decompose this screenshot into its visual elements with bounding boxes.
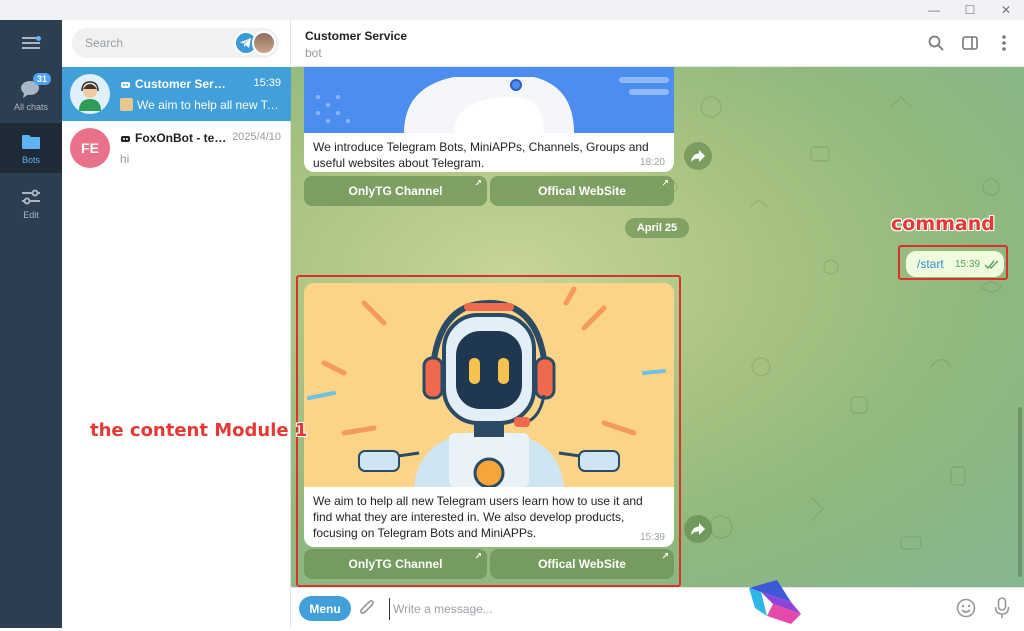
annotation-content-module: the content Module 1: [90, 420, 308, 441]
avatar: FE: [70, 128, 110, 168]
button-label: OnlyTG Channel: [348, 557, 443, 571]
onlytg-channel-button[interactable]: OnlyTG Channel ↗: [304, 176, 487, 206]
window-titlebar: — ☐ ✕: [0, 0, 1024, 20]
message-time: 18:20: [639, 157, 665, 168]
date-divider: April 25: [625, 218, 689, 238]
minimize-button[interactable]: —: [916, 0, 952, 20]
chat-preview: hi: [120, 152, 130, 166]
main-menu-button[interactable]: [0, 20, 62, 68]
button-label: Offical WebSite: [538, 557, 626, 571]
media-thumbnail: [120, 98, 133, 111]
message-input[interactable]: [389, 598, 809, 620]
external-link-icon: ↗: [474, 551, 482, 561]
unread-dot: [36, 36, 41, 41]
chat-time: 15:39: [253, 77, 281, 89]
message-time: 15:39: [639, 532, 665, 543]
message-time: 15:39: [955, 259, 981, 270]
external-link-icon: ↗: [661, 551, 669, 561]
chat-name: Customer Service: [135, 77, 230, 91]
sidebar-toggle-icon[interactable]: [960, 33, 980, 53]
search-input[interactable]: Search: [72, 28, 279, 58]
forward-button[interactable]: [684, 142, 712, 170]
avatar: [70, 74, 110, 114]
forward-icon: [691, 150, 705, 162]
robot-banner-image: [304, 67, 674, 133]
external-link-icon: ↗: [661, 178, 669, 188]
message-text: We introduce Telegram Bots, MiniAPPs, Ch…: [313, 140, 649, 170]
folder-all-chats[interactable]: 31 All chats: [0, 70, 62, 120]
folder-bots[interactable]: Bots: [0, 123, 62, 173]
official-website-button[interactable]: Offical WebSite ↗: [490, 176, 674, 206]
logo-watermark: [747, 578, 803, 631]
forward-icon: [691, 523, 705, 535]
bot-menu-button[interactable]: Menu: [299, 596, 351, 621]
chat-preview: We aim to help all new Tel...: [137, 98, 282, 112]
chat-header: Customer Service bot: [291, 20, 1024, 67]
command-link[interactable]: /start: [917, 257, 944, 271]
message-bubble[interactable]: We introduce Telegram Bots, MiniAPPs, Ch…: [304, 67, 674, 172]
outgoing-message[interactable]: /start 15:39: [906, 251, 1004, 277]
chat-time: 2025/4/10: [232, 131, 281, 143]
maximize-button[interactable]: ☐: [952, 0, 988, 20]
close-window-button[interactable]: ✕: [988, 0, 1024, 20]
folder-rail: 31 All chats Bots Edit: [0, 20, 62, 628]
all-chats-label: All chats: [13, 101, 48, 112]
search-placeholder: Search: [85, 36, 124, 50]
edit-label: Edit: [23, 209, 39, 220]
search-icon[interactable]: [926, 33, 946, 53]
edit-folders-button[interactable]: Edit: [0, 178, 62, 228]
bot-icon: [121, 82, 130, 88]
official-website-button[interactable]: Offical WebSite ↗: [490, 549, 674, 579]
microphone-icon[interactable]: [994, 597, 1010, 624]
bots-folder-label: Bots: [21, 154, 40, 165]
all-chats-badge: 31: [33, 73, 52, 85]
message-composer: Menu: [291, 580, 1024, 628]
robot-headset-image: [304, 283, 674, 487]
bot-icon: [121, 136, 130, 142]
folder-icon: [20, 132, 42, 152]
annotation-command: command: [891, 213, 995, 235]
sliders-icon: [20, 187, 42, 207]
chat-item-customer-service[interactable]: Customer Service 15:39 We aim to help al…: [62, 67, 291, 121]
support-agent-icon: [79, 81, 101, 111]
chat-title[interactable]: Customer Service: [305, 29, 407, 43]
button-label: OnlyTG Channel: [348, 184, 443, 198]
forward-button[interactable]: [684, 515, 712, 543]
chat-item-foxonbot[interactable]: FE FoxOnBot - tes... 2025/4/10 hi: [62, 121, 291, 175]
read-checkmarks-icon: [984, 260, 999, 269]
button-label: Offical WebSite: [538, 184, 626, 198]
chat-list-panel: Search Customer Service 15:39 We aim to …: [62, 20, 291, 628]
more-options-icon[interactable]: [994, 33, 1014, 53]
story-avatar[interactable]: [252, 31, 276, 55]
chat-subtitle: bot: [305, 46, 322, 60]
onlytg-channel-button[interactable]: OnlyTG Channel ↗: [304, 549, 487, 579]
scrollbar[interactable]: [1018, 407, 1022, 577]
message-text: We aim to help all new Telegram users le…: [313, 494, 643, 540]
attach-icon[interactable]: [359, 599, 375, 622]
emoji-icon[interactable]: [956, 598, 976, 623]
external-link-icon: ↗: [474, 178, 482, 188]
message-bubble[interactable]: We aim to help all new Telegram users le…: [304, 283, 674, 547]
chat-name: FoxOnBot - tes...: [135, 131, 230, 145]
message-area[interactable]: We introduce Telegram Bots, MiniAPPs, Ch…: [291, 67, 1024, 587]
